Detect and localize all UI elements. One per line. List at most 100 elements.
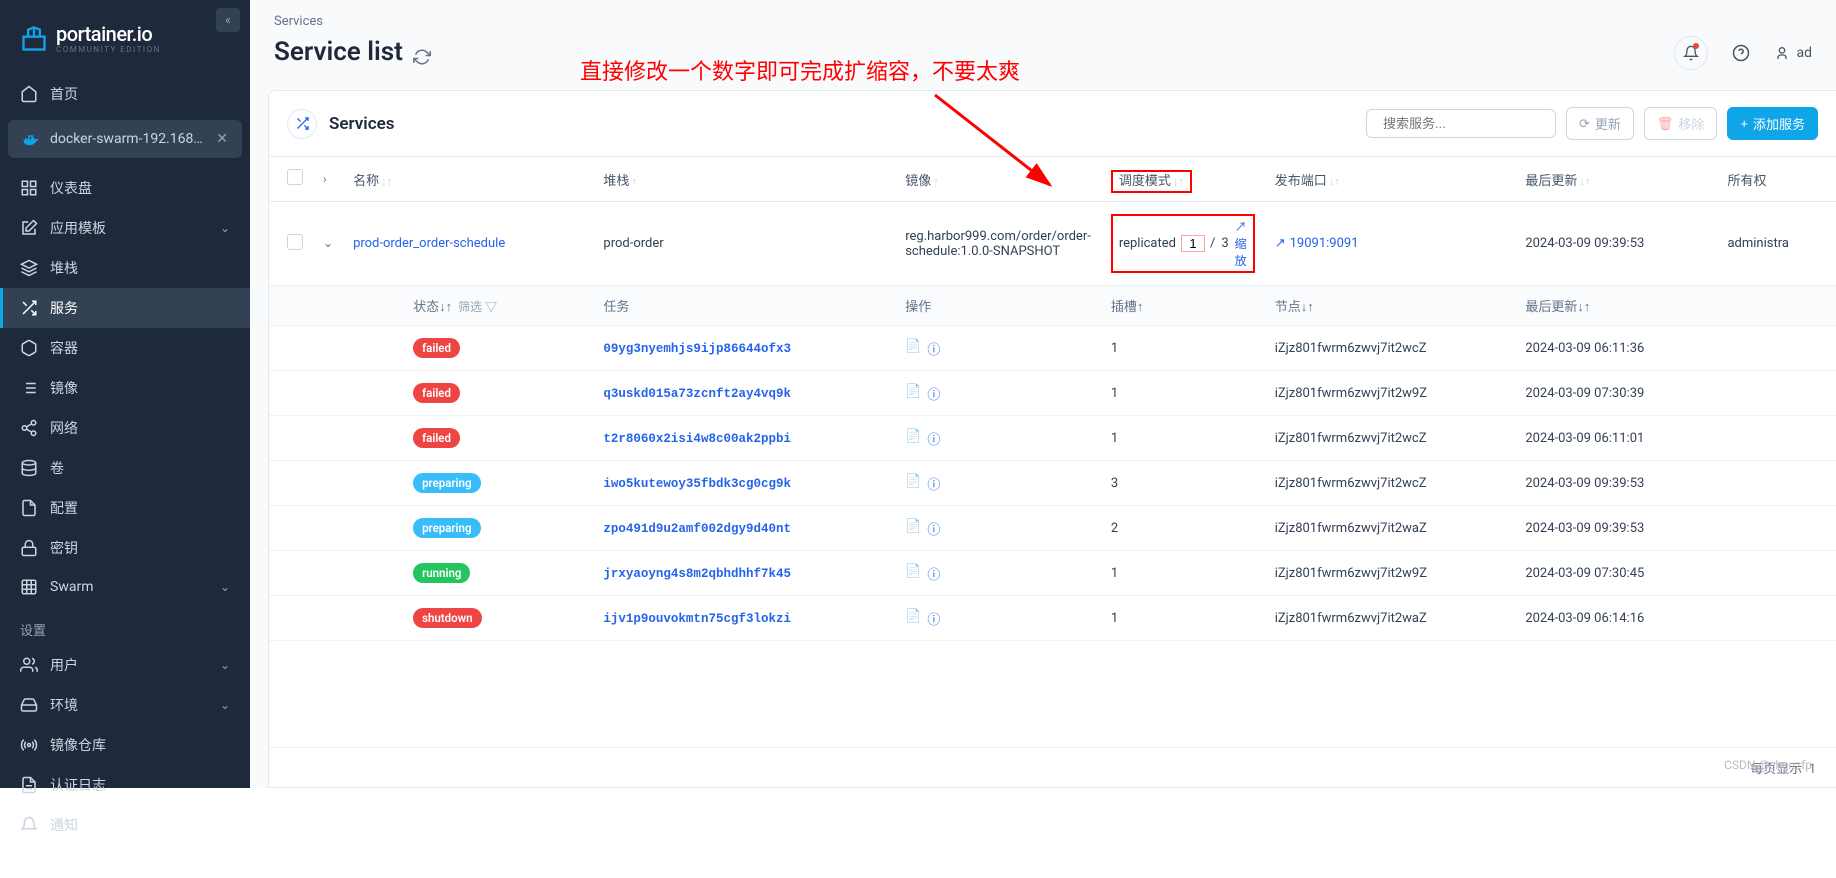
expand-row-chevron[interactable]: ⌄ bbox=[323, 236, 333, 250]
sidebar-item-file-text[interactable]: 认证日志 bbox=[0, 765, 250, 805]
task-row: shutdownijv1p9ouvokmtn75cgf3lokzi📄ⓘ1iZjz… bbox=[269, 596, 1836, 641]
refresh-icon[interactable] bbox=[413, 43, 431, 61]
task-row: failedq3uskd015a73zcnft2ay4vq9k📄ⓘ1iZjz80… bbox=[269, 371, 1836, 416]
list-icon bbox=[20, 379, 38, 397]
task-info-icon[interactable]: ⓘ bbox=[927, 339, 940, 358]
topbar: Services Service list ad bbox=[250, 0, 1836, 78]
main-content: 直接修改一个数字即可完成扩缩容，不要太爽 Services Service li… bbox=[250, 0, 1836, 788]
col-stack[interactable]: 堆栈↑ bbox=[593, 157, 895, 202]
sidebar-item-label: 认证日志 bbox=[50, 775, 106, 795]
sidebar-item-label: 环境 bbox=[50, 695, 78, 715]
task-info-icon[interactable]: ⓘ bbox=[927, 384, 940, 403]
task-node: iZjz801fwrm6zwvj7it2wcZ bbox=[1265, 326, 1516, 371]
sidebar-item-radio[interactable]: 镜像仓库 bbox=[0, 725, 250, 765]
close-icon[interactable]: ✕ bbox=[216, 131, 228, 147]
nav-home[interactable]: 首页 bbox=[0, 74, 250, 114]
sidebar-item-bell[interactable]: 通知 bbox=[0, 805, 250, 845]
share-icon bbox=[20, 419, 38, 437]
user-menu[interactable]: ad bbox=[1774, 45, 1812, 61]
sidebar-item-label: 通知 bbox=[50, 815, 78, 835]
col-sched[interactable]: 调度模式↓↑ bbox=[1101, 157, 1265, 202]
task-logs-icon[interactable]: 📄 bbox=[905, 384, 921, 403]
status-badge: preparing bbox=[413, 473, 480, 493]
task-slot: 2 bbox=[1101, 506, 1265, 551]
add-service-button[interactable]: + 添加服务 bbox=[1727, 107, 1818, 140]
task-row: runningjrxyaoyng4s8m2qbhdhhf7k45📄ⓘ1iZjz8… bbox=[269, 551, 1836, 596]
col-ports[interactable]: 发布端口↓↑ bbox=[1265, 157, 1516, 202]
select-all-checkbox[interactable] bbox=[287, 169, 303, 185]
search-input-wrap[interactable] bbox=[1366, 109, 1556, 138]
task-logs-icon[interactable]: 📄 bbox=[905, 339, 921, 358]
breadcrumb[interactable]: Services bbox=[274, 14, 431, 29]
task-slot: 3 bbox=[1101, 461, 1265, 506]
sidebar-item-lock[interactable]: 密钥 bbox=[0, 528, 250, 568]
status-badge: failed bbox=[413, 383, 460, 403]
sidebar-item-hdd[interactable]: 环境⌄ bbox=[0, 685, 250, 725]
task-id-link[interactable]: ijv1p9ouvokmtn75cgf3lokzi bbox=[603, 612, 791, 626]
task-logs-icon[interactable]: 📄 bbox=[905, 564, 921, 583]
sidebar-item-grid[interactable]: Swarm⌄ bbox=[0, 568, 250, 606]
nav-section-settings: 设置 bbox=[0, 606, 250, 645]
task-slot: 1 bbox=[1101, 596, 1265, 641]
task-id-link[interactable]: iwo5kutewoy35fbdk3cg0cg9k bbox=[603, 477, 791, 491]
task-logs-icon[interactable]: 📄 bbox=[905, 474, 921, 493]
service-stack: prod-order bbox=[593, 202, 895, 286]
task-info-icon[interactable]: ⓘ bbox=[927, 429, 940, 448]
sidebar-item-file[interactable]: 配置 bbox=[0, 488, 250, 528]
task-updated: 2024-03-09 06:11:36 bbox=[1515, 326, 1836, 371]
template-icon bbox=[20, 219, 38, 237]
sidebar-item-share[interactable]: 网络 bbox=[0, 408, 250, 448]
col-owner[interactable]: 所有权 bbox=[1717, 157, 1836, 202]
task-info-icon[interactable]: ⓘ bbox=[927, 519, 940, 538]
layers-icon bbox=[20, 259, 38, 277]
sidebar-collapse-button[interactable]: « bbox=[216, 8, 240, 32]
col-image[interactable]: 镜像↑ bbox=[895, 157, 1101, 202]
help-icon[interactable] bbox=[1724, 36, 1758, 70]
sidebar-item-label: 镜像 bbox=[50, 378, 78, 398]
expand-all-chevron[interactable]: › bbox=[323, 172, 327, 186]
task-id-link[interactable]: 09yg3nyemhjs9ijp86644ofx3 bbox=[603, 342, 791, 356]
col-name[interactable]: 名称↓↑ bbox=[343, 157, 593, 202]
task-updated: 2024-03-09 07:30:39 bbox=[1515, 371, 1836, 416]
logo[interactable]: portainer.io COMMUNITY EDITION bbox=[0, 0, 250, 74]
task-id-link[interactable]: zpo491d9u2amf002dgy9d40nt bbox=[603, 522, 791, 536]
update-button[interactable]: ⟳ 更新 bbox=[1566, 107, 1634, 140]
task-slot: 1 bbox=[1101, 371, 1265, 416]
task-slot: 1 bbox=[1101, 326, 1265, 371]
sidebar-item-users[interactable]: 用户⌄ bbox=[0, 645, 250, 685]
status-badge: failed bbox=[413, 338, 460, 358]
bell-icon[interactable] bbox=[1674, 36, 1708, 70]
sidebar-item-list[interactable]: 镜像 bbox=[0, 368, 250, 408]
port-link[interactable]: ↗19091:9091 bbox=[1275, 236, 1506, 251]
sidebar: « portainer.io COMMUNITY EDITION 首页 dock… bbox=[0, 0, 250, 788]
status-badge: shutdown bbox=[413, 608, 482, 628]
search-input[interactable] bbox=[1383, 116, 1559, 131]
nav-environment[interactable]: docker-swarm-192.168.13... ✕ bbox=[8, 120, 242, 158]
status-badge: running bbox=[413, 563, 470, 583]
logo-name: portainer.io bbox=[56, 24, 161, 44]
sidebar-item-layers[interactable]: 堆栈 bbox=[0, 248, 250, 288]
sidebar-item-box[interactable]: 容器 bbox=[0, 328, 250, 368]
scale-button[interactable]: ↗ 缩放 bbox=[1235, 218, 1247, 269]
task-logs-icon[interactable]: 📄 bbox=[905, 519, 921, 538]
user-icon bbox=[1774, 45, 1790, 61]
sidebar-item-template[interactable]: 应用模板⌄ bbox=[0, 208, 250, 248]
replicas-current-input[interactable] bbox=[1182, 236, 1204, 251]
task-logs-icon[interactable]: 📄 bbox=[905, 429, 921, 448]
remove-button[interactable]: 🗑 移除 bbox=[1644, 107, 1718, 140]
row-checkbox[interactable] bbox=[287, 234, 303, 250]
task-row: preparingzpo491d9u2amf002dgy9d40nt📄ⓘ2iZj… bbox=[269, 506, 1836, 551]
task-logs-icon[interactable]: 📄 bbox=[905, 609, 921, 628]
col-updated[interactable]: 最后更新↓↑ bbox=[1515, 157, 1717, 202]
task-node: iZjz801fwrm6zwvj7it2w9Z bbox=[1265, 551, 1516, 596]
task-id-link[interactable]: t2r8060x2isi4w8c00ak2ppbi bbox=[603, 432, 791, 446]
sidebar-item-database[interactable]: 卷 bbox=[0, 448, 250, 488]
sidebar-item-dashboard[interactable]: 仪表盘 bbox=[0, 168, 250, 208]
task-info-icon[interactable]: ⓘ bbox=[927, 564, 940, 583]
task-info-icon[interactable]: ⓘ bbox=[927, 609, 940, 628]
task-info-icon[interactable]: ⓘ bbox=[927, 474, 940, 493]
task-id-link[interactable]: q3uskd015a73zcnft2ay4vq9k bbox=[603, 387, 791, 401]
task-id-link[interactable]: jrxyaoyng4s8m2qbhdhhf7k45 bbox=[603, 567, 791, 581]
sidebar-item-shuffle[interactable]: 服务 bbox=[0, 288, 250, 328]
service-name-link[interactable]: prod-order_order-schedule bbox=[353, 236, 505, 251]
